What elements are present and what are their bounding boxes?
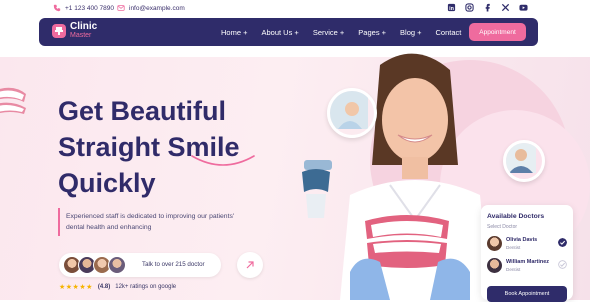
doctor-option[interactable]: William Martinez Dentist — [487, 257, 569, 275]
doctor-role: Dentist — [506, 267, 521, 272]
doctor-role: Dentist — [506, 245, 521, 250]
aligner-illustration — [302, 160, 332, 218]
talk-to-doctor-text: Talk to over 215 doctor — [142, 261, 205, 268]
nav-item-contact[interactable]: Contact — [436, 28, 462, 37]
doctor-avatars — [63, 256, 126, 274]
phone-number: +1 123 400 7890 — [65, 4, 114, 12]
gloved-hands — [350, 258, 470, 300]
avatar — [108, 256, 126, 274]
email-contact[interactable]: info@example.com — [117, 4, 185, 12]
logo-subtitle: Master — [70, 32, 92, 39]
star-rating-icons: ★★★★★ — [59, 284, 93, 291]
main-navigation: Clinic Master Home + About Us + Service … — [39, 18, 538, 46]
talk-to-doctor-pill[interactable]: Talk to over 215 doctor — [59, 253, 221, 277]
nav-item-home[interactable]: Home + — [221, 28, 247, 37]
description-accent-bar — [58, 208, 60, 236]
nav-item-service[interactable]: Service + — [313, 28, 344, 37]
hero-description-line-1: Experienced staff is dedicated to improv… — [66, 213, 235, 220]
instagram-icon[interactable] — [465, 3, 474, 12]
linkedin-icon[interactable]: in — [447, 3, 456, 12]
nav-item-pages[interactable]: Pages + — [358, 28, 386, 37]
unselected-check-icon — [558, 260, 567, 269]
avatar — [487, 236, 502, 251]
available-doctors-card: Available Doctors Select Doctor Olivia D… — [481, 205, 573, 302]
nav-item-blog[interactable]: Blog + — [400, 28, 421, 37]
site-logo[interactable]: Clinic Master — [51, 22, 97, 40]
social-links: in — [447, 3, 528, 12]
nav-item-about[interactable]: About Us + — [261, 28, 298, 37]
doctor-option[interactable]: Olivia Davis Dentist — [487, 235, 569, 253]
mail-icon — [117, 5, 125, 11]
facebook-icon[interactable] — [483, 3, 492, 12]
doctor-name: Olivia Davis — [506, 237, 538, 243]
logo-title: Clinic — [70, 21, 98, 32]
smile-underline — [191, 155, 255, 166]
phone-contact[interactable]: +1 123 400 7890 — [53, 4, 114, 12]
google-rating: ★★★★★ (4.8) 12k+ ratings on google — [59, 283, 176, 291]
phone-icon — [53, 4, 61, 12]
hero-description-line-2: dental health and enhancing — [66, 224, 152, 231]
tooth-logo-icon — [52, 24, 66, 38]
hero-description: Experienced staff is dedicated to improv… — [66, 211, 266, 233]
arrow-button[interactable] — [237, 252, 263, 278]
doctor-name: William Martinez — [506, 259, 550, 265]
x-icon[interactable] — [501, 3, 510, 12]
dentist-photo-thumbnail — [503, 140, 545, 182]
dentures-decoration — [0, 87, 26, 114]
hero-title-line-1: Get Beautiful — [58, 96, 227, 126]
appointment-button[interactable]: Appointment — [469, 23, 526, 41]
arrow-up-right-icon — [246, 261, 254, 269]
hero-title: Get Beautiful Straight Smile Quickly — [58, 93, 308, 201]
rating-text: 12k+ ratings on google — [115, 284, 177, 290]
doctors-card-subtitle: Select Doctor — [487, 224, 518, 230]
email-address: info@example.com — [129, 4, 185, 12]
rating-score: (4.8) — [97, 284, 111, 290]
hero-title-line-2: Straight Smile — [58, 132, 240, 162]
svg-text:in: in — [449, 6, 454, 12]
youtube-icon[interactable] — [519, 3, 528, 12]
nav-menu: Home + About Us + Service + Pages + Blog… — [221, 18, 461, 46]
patient-photo-thumbnail — [327, 88, 377, 138]
avatar — [487, 258, 502, 273]
doctors-card-title: Available Doctors — [487, 213, 545, 220]
selected-check-icon — [558, 238, 567, 247]
top-contact-bar: +1 123 400 7890 info@example.com in — [0, 0, 590, 18]
hero-title-line-3: Quickly — [58, 168, 156, 198]
